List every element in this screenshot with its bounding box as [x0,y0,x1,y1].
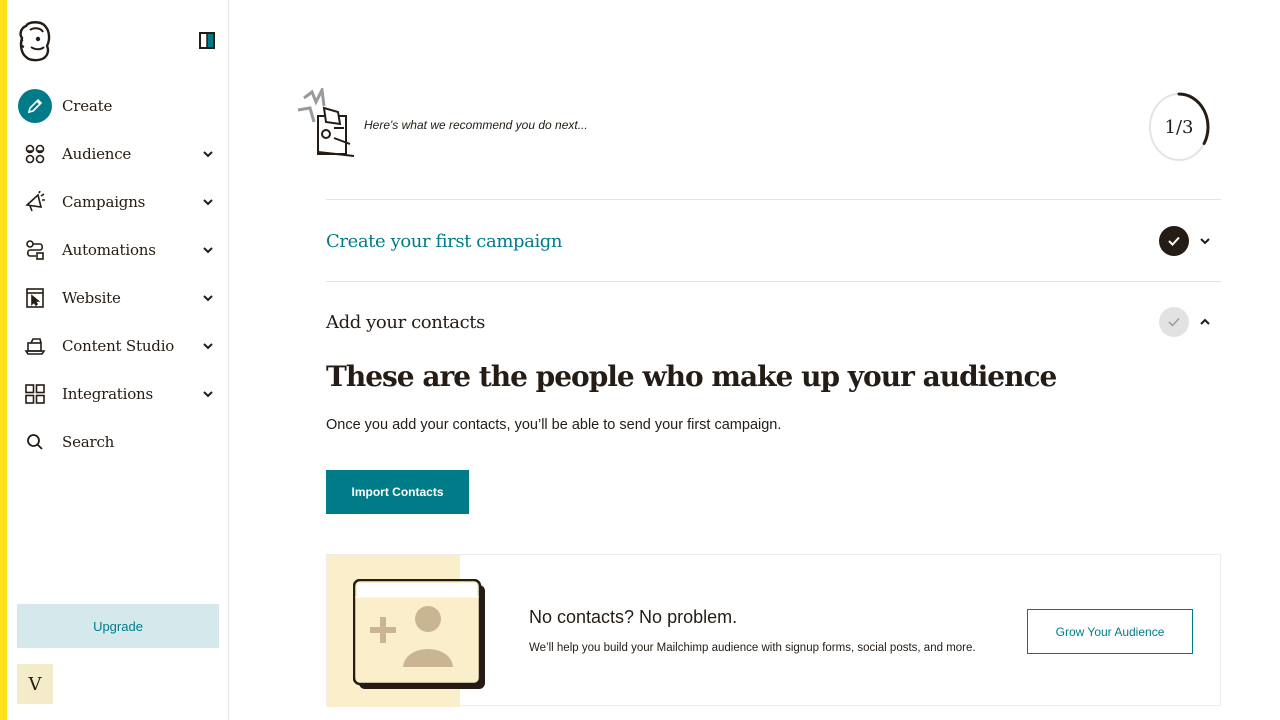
divider [326,199,1221,200]
megaphone-icon [20,187,50,217]
automation-flow-icon [20,235,50,265]
card-title: No contacts? No problem. [529,607,738,627]
hand-pointing-illustration-icon [297,88,355,157]
nav-label: Search [62,433,115,451]
step-create-campaign[interactable]: Create your first campaign [326,201,1221,281]
nav-label: Audience [62,145,132,163]
nav-label: Automations [62,241,156,259]
nav-item-search[interactable]: Search [7,418,229,466]
audience-icon [20,139,50,169]
card-description: We’ll help you build your Mailchimp audi… [529,642,976,654]
nav-item-create[interactable]: Create [7,82,229,130]
nav-label: Create [62,97,113,115]
nav-label: Campaigns [62,193,146,211]
chevron-down-icon[interactable] [201,387,215,401]
step-add-contacts[interactable]: Add your contacts [326,282,1221,362]
nav-label: Integrations [62,385,154,403]
section-subtext: Once you add your contacts, you’ll be ab… [326,417,782,433]
brand-accent-strip [0,0,7,720]
content-stack-icon [20,331,50,361]
nav-item-website[interactable]: Website [7,274,229,322]
nav-item-audience[interactable]: Audience [7,130,229,178]
mailchimp-freddie-icon[interactable] [17,20,53,62]
grow-audience-button[interactable]: Grow Your Audience [1027,609,1193,654]
add-contact-card-icon [353,579,485,689]
section-headline: These are the people who make up your au… [326,360,1057,393]
main-nav: Create Audience Campaigns Automations We… [7,82,229,466]
import-contacts-button[interactable]: Import Contacts [326,470,469,514]
progress-label: 1/3 [1164,116,1194,138]
sidebar-collapse-icon[interactable] [199,32,215,49]
nav-item-automations[interactable]: Automations [7,226,229,274]
grid-icon [20,379,50,409]
grow-audience-card: No contacts? No problem. We’ll help you … [326,554,1221,707]
avatar[interactable]: V [17,664,53,704]
search-icon [20,427,50,457]
nav-item-campaigns[interactable]: Campaigns [7,178,229,226]
chevron-down-icon[interactable] [201,243,215,257]
pencil-icon [18,89,52,123]
nav-label: Content Studio [62,337,175,355]
sidebar: Create Audience Campaigns Automations We… [7,0,229,720]
nav-item-content-studio[interactable]: Content Studio [7,322,229,370]
chevron-down-icon[interactable] [1198,234,1212,248]
main-content: Here's what we recommend you do next... … [230,0,1280,720]
chevron-down-icon[interactable] [201,147,215,161]
chevron-down-icon[interactable] [201,291,215,305]
nav-item-integrations[interactable]: Integrations [7,370,229,418]
upgrade-button[interactable]: Upgrade [17,604,219,648]
check-icon [1159,226,1189,256]
chevron-down-icon[interactable] [201,339,215,353]
recommendation-text: Here's what we recommend you do next... [364,118,588,132]
chevron-down-icon[interactable] [201,195,215,209]
step-title: Create your first campaign [326,230,563,252]
step-title: Add your contacts [326,311,485,333]
nav-label: Website [62,289,121,307]
website-cursor-icon [20,283,50,313]
check-icon [1159,307,1189,337]
chevron-up-icon[interactable] [1198,315,1212,329]
